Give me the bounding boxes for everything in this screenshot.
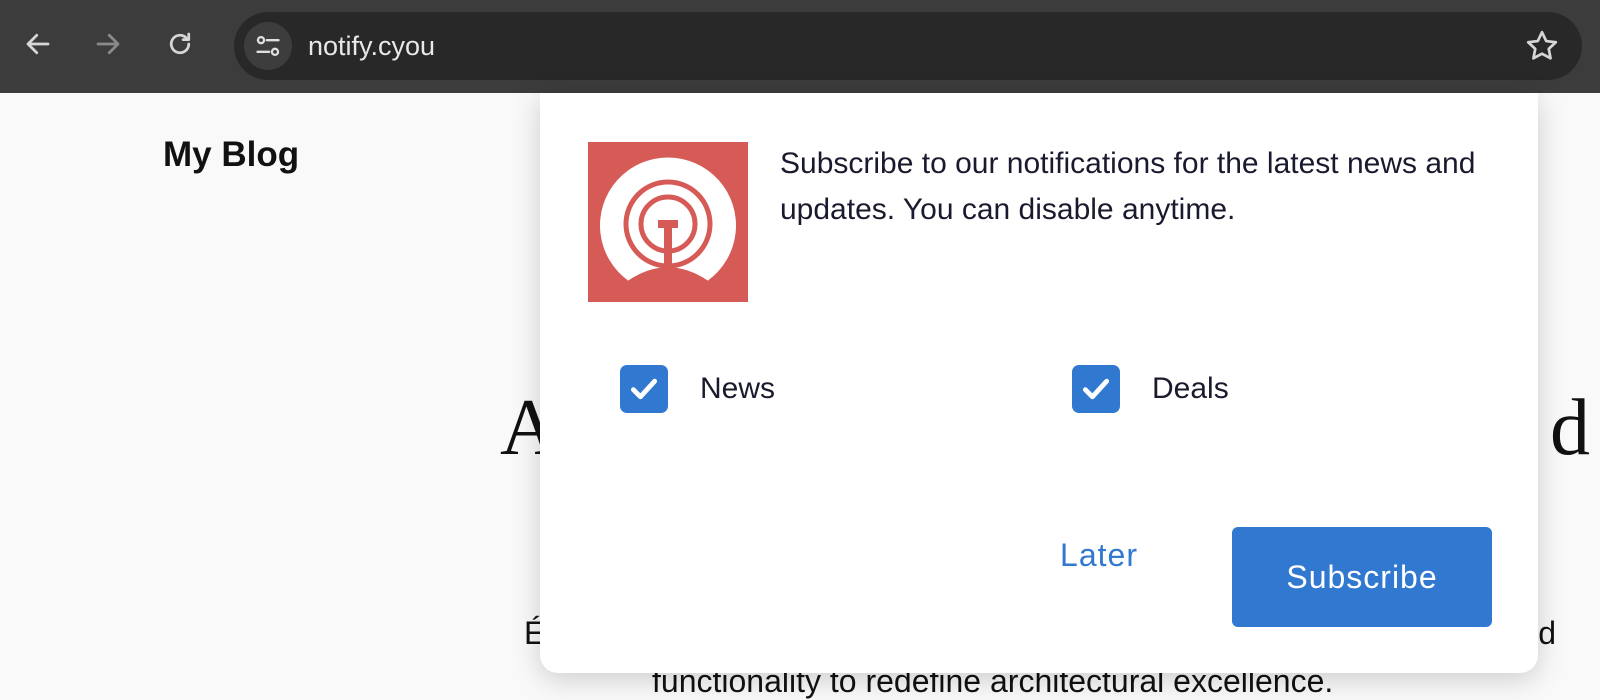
site-title[interactable]: My Blog bbox=[163, 135, 299, 175]
subscribe-message: Subscribe to our notifications for the l… bbox=[780, 147, 1476, 226]
deals-label[interactable]: Deals bbox=[1152, 372, 1229, 406]
reload-button[interactable] bbox=[158, 22, 202, 66]
later-button[interactable]: Later bbox=[1046, 527, 1152, 583]
option-deals[interactable]: Deals bbox=[1072, 365, 1229, 413]
back-button[interactable] bbox=[16, 22, 60, 66]
address-bar[interactable]: notify.cyou bbox=[234, 12, 1582, 80]
subscribe-prompt-dialog: Subscribe to our notifications for the l… bbox=[540, 93, 1538, 673]
site-info-button[interactable] bbox=[244, 22, 292, 70]
arrow-left-icon bbox=[26, 33, 50, 55]
deals-checkbox[interactable] bbox=[1072, 365, 1120, 413]
news-checkbox[interactable] bbox=[620, 365, 668, 413]
tune-icon bbox=[256, 35, 280, 57]
bookmark-button[interactable] bbox=[1524, 28, 1560, 64]
forward-button[interactable] bbox=[86, 22, 130, 66]
intro-right-fragment: d bbox=[1538, 615, 1556, 651]
url-text[interactable]: notify.cyou bbox=[308, 12, 435, 80]
site-logo bbox=[588, 142, 748, 302]
star-icon bbox=[1526, 30, 1558, 60]
headline-right-fragment: d bbox=[1550, 384, 1590, 472]
subscribe-button[interactable]: Subscribe bbox=[1232, 527, 1492, 627]
check-icon bbox=[630, 378, 658, 400]
onesignal-logo-icon bbox=[600, 157, 736, 281]
reload-icon bbox=[169, 32, 191, 55]
arrow-right-icon bbox=[96, 33, 120, 55]
check-icon bbox=[1082, 378, 1110, 400]
option-news[interactable]: News bbox=[620, 365, 775, 413]
news-label[interactable]: News bbox=[700, 372, 775, 406]
browser-toolbar: notify.cyou bbox=[0, 0, 1600, 93]
